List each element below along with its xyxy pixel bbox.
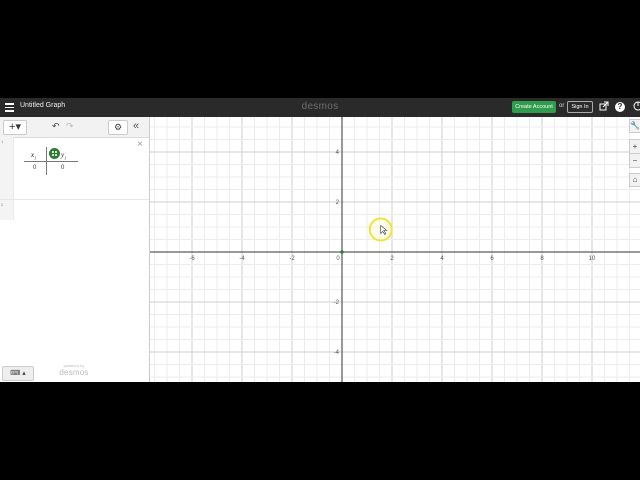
x-tick-label: -2	[289, 256, 295, 262]
home-icon[interactable]: ⌂	[629, 173, 640, 187]
expression-gutter[interactable]: 1	[0, 137, 14, 199]
table-cell-y[interactable]: 0	[61, 165, 64, 171]
x-tick-label: 10	[589, 256, 596, 262]
sign-in-button[interactable]: Sign In	[567, 101, 593, 113]
point-style-icon[interactable]	[49, 148, 60, 159]
column-x-subscript: 1	[34, 155, 37, 161]
x-tick-label: -6	[189, 256, 195, 262]
y-tick-label: -2	[334, 300, 340, 306]
x-tick-label: 0	[336, 256, 340, 262]
table-header-divider	[24, 161, 78, 162]
x-tick-label: -4	[239, 256, 245, 262]
settings-gear-icon[interactable]: ⚙	[108, 120, 128, 135]
expression-gutter[interactable]: 2	[0, 200, 14, 220]
graph-canvas[interactable]: -6 -4 -2 0 2 4 6 8 10 4 2 -2 -4	[150, 117, 640, 382]
graph-paper[interactable]: -6 -4 -2 0 2 4 6 8 10 4 2 -2 -4 🔧 + − ⌂	[150, 117, 640, 382]
expression-item-table[interactable]: 1 × x1 y1 0 0	[0, 137, 149, 200]
table-column-divider	[46, 147, 47, 175]
close-icon[interactable]: ×	[137, 139, 143, 150]
x-tick-label: 6	[490, 256, 494, 262]
table-header-y[interactable]: y1	[61, 151, 66, 160]
share-icon[interactable]	[598, 101, 610, 113]
add-item-button[interactable]: +▾	[3, 120, 27, 135]
expression-number: 2	[1, 202, 4, 207]
x-tick-label: 2	[390, 256, 394, 262]
data-point[interactable]	[340, 250, 344, 254]
expression-number: 1	[1, 139, 4, 144]
powered-by-brand: desmos	[59, 368, 89, 377]
x-tick-label: 8	[540, 256, 544, 262]
wrench-icon[interactable]: 🔧	[629, 119, 640, 133]
expression-toolbar: +▾ ↶ ↷ ⚙ «	[0, 117, 149, 138]
create-account-button[interactable]: Create Account	[512, 101, 556, 113]
y-tick-label: -4	[334, 350, 340, 356]
top-bar: Untitled Graph desmos Create Account or …	[0, 98, 640, 117]
redo-icon[interactable]: ↷	[66, 121, 74, 132]
x-tick-label: 4	[440, 256, 444, 262]
expression-panel: +▾ ↶ ↷ ⚙ « 1 × x1 y1 0 0 2 ⌨ ▴ powered b…	[0, 117, 150, 382]
language-icon[interactable]	[632, 101, 640, 113]
desmos-app: Untitled Graph desmos Create Account or …	[0, 98, 640, 382]
table-cell-x[interactable]: 0	[33, 165, 36, 171]
zoom-out-icon[interactable]: −	[629, 153, 640, 168]
hamburger-menu-icon[interactable]	[5, 103, 14, 112]
powered-by-desmos: powered by desmos	[57, 363, 91, 377]
table-header-x[interactable]: x1	[31, 151, 36, 160]
undo-icon[interactable]: ↶	[52, 121, 60, 132]
expression-item-empty[interactable]: 2	[0, 200, 149, 220]
or-label: or	[559, 103, 565, 109]
y-tick-label: 4	[336, 150, 340, 156]
help-icon[interactable]: ?	[615, 102, 625, 112]
column-y-subscript: 1	[64, 155, 67, 161]
collapse-panel-icon[interactable]: «	[133, 120, 139, 132]
keyboard-toggle-button[interactable]: ⌨ ▴	[2, 366, 34, 381]
y-tick-label: 2	[336, 200, 340, 206]
zoom-in-icon[interactable]: +	[629, 139, 640, 154]
graph-title[interactable]: Untitled Graph	[20, 102, 65, 109]
